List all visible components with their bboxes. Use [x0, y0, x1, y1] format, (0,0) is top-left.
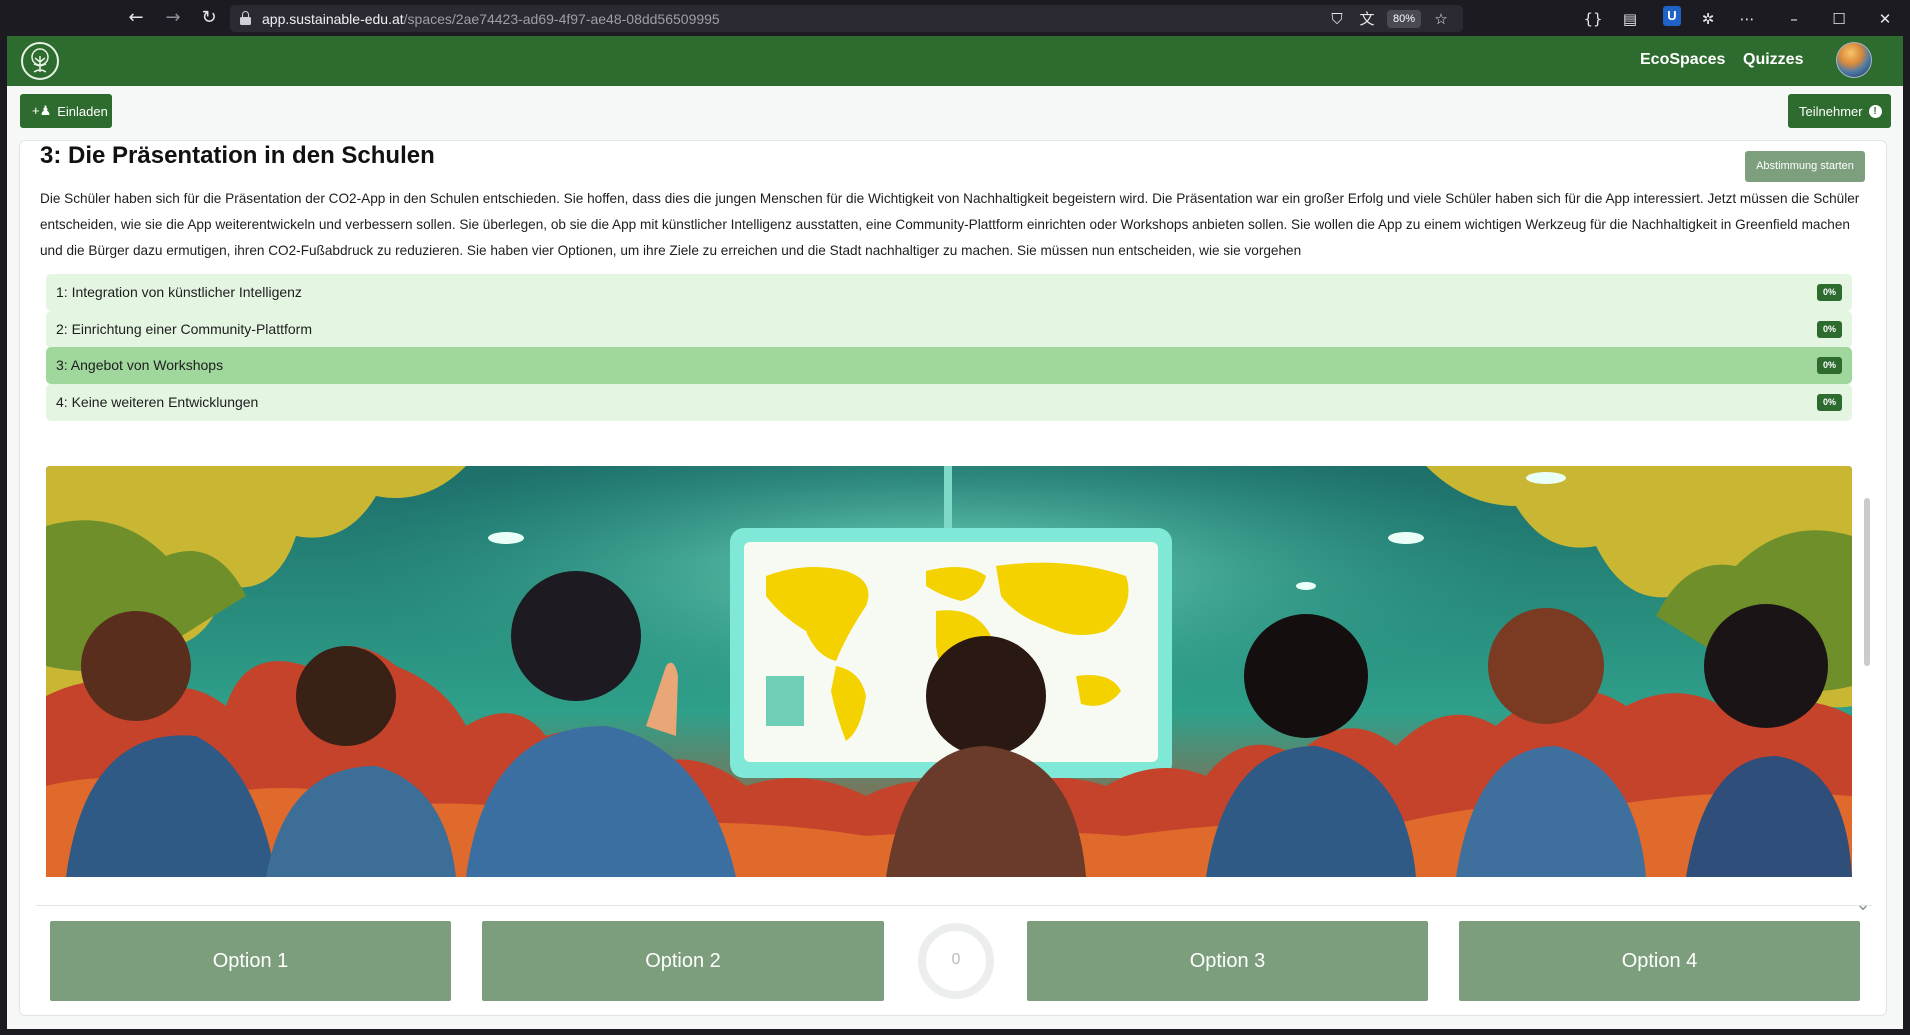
translate-icon[interactable]: 文 — [1357, 9, 1377, 29]
info-icon: ! — [1868, 104, 1882, 118]
devtools-icon[interactable]: {} — [1582, 8, 1604, 30]
answer-option-3-button[interactable]: Option 3 — [1027, 921, 1428, 1001]
vote-option-3[interactable]: 3: Angebot von Workshops 0% — [46, 347, 1852, 384]
answer-option-1-button[interactable]: Option 1 — [50, 921, 451, 1001]
lock-icon — [240, 11, 251, 25]
nav-ecospaces[interactable]: EcoSpaces — [1640, 51, 1725, 69]
question-description: Die Schüler haben sich für die Präsentat… — [40, 191, 1860, 258]
option-label: 2: Einrichtung einer Community-Plattform — [56, 321, 312, 337]
divider — [36, 905, 1872, 906]
percent-badge: 0% — [1817, 394, 1842, 411]
presentation-illustration — [46, 466, 1852, 877]
forward-icon[interactable]: → — [163, 8, 183, 28]
reader-icon[interactable]: ▤ — [1619, 8, 1641, 30]
vote-option-4[interactable]: 4: Keine weiteren Entwicklungen 0% — [46, 384, 1852, 421]
maximize-icon[interactable]: ☐ — [1828, 8, 1850, 30]
close-icon[interactable]: ✕ — [1874, 8, 1896, 30]
url-text: app.sustainable-edu.at/spaces/2ae74423-a… — [262, 11, 720, 27]
app-viewport: EcoSpaces Quizzes +♟ Einladen Teilnehmer… — [7, 36, 1903, 1029]
invite-button[interactable]: +♟ Einladen — [20, 94, 112, 128]
nav-quizzes[interactable]: Quizzes — [1743, 51, 1803, 69]
tree-logo-icon[interactable] — [21, 42, 59, 80]
browser-toolbar: ← → ↻ app.sustainable-edu.at/spaces/2ae7… — [0, 0, 1910, 36]
answer-option-4-button[interactable]: Option 4 — [1459, 921, 1860, 1001]
question-title: 3: Die Präsentation in den Schulen — [40, 142, 435, 169]
invite-label: Einladen — [57, 103, 108, 119]
countdown-timer: 0 — [918, 923, 994, 999]
shield-icon[interactable]: ⛉ — [1327, 9, 1347, 29]
extensions-icon[interactable]: ✲ — [1697, 8, 1719, 30]
vote-option-2[interactable]: 2: Einrichtung einer Community-Plattform… — [46, 311, 1852, 348]
percent-badge: 0% — [1817, 284, 1842, 301]
start-vote-button[interactable]: Abstimmung starten — [1745, 151, 1865, 182]
bookmark-icon[interactable]: ☆ — [1431, 9, 1451, 29]
option-label: 4: Keine weiteren Entwicklungen — [56, 394, 259, 410]
option-label: 1: Integration von künstlicher Intellige… — [56, 284, 302, 300]
zoom-level[interactable]: 80% — [1386, 10, 1421, 28]
participants-button[interactable]: Teilnehmer ! — [1788, 94, 1891, 128]
app-header: EcoSpaces Quizzes — [7, 36, 1903, 86]
avatar[interactable] — [1836, 42, 1872, 78]
vote-option-1[interactable]: 1: Integration von künstlicher Intellige… — [46, 274, 1852, 311]
address-bar[interactable]: app.sustainable-edu.at/spaces/2ae74423-a… — [230, 5, 1463, 32]
percent-badge: 0% — [1817, 357, 1842, 374]
participants-label: Teilnehmer — [1799, 103, 1863, 119]
scrollbar[interactable] — [1864, 498, 1870, 666]
menu-icon[interactable]: ⋯ — [1736, 8, 1758, 30]
minimize-icon[interactable]: – — [1783, 8, 1805, 30]
percent-badge: 0% — [1817, 321, 1842, 338]
add-user-icon: +♟ — [32, 103, 52, 118]
back-icon[interactable]: ← — [126, 8, 146, 28]
chevron-down-icon[interactable]: ⌄ — [1853, 894, 1873, 915]
timer-value: 0 — [951, 951, 961, 968]
reload-icon[interactable]: ↻ — [199, 8, 219, 28]
option-label: 3: Angebot von Workshops — [56, 357, 224, 373]
extension-u-icon[interactable]: U — [1663, 6, 1681, 26]
answer-option-2-button[interactable]: Option 2 — [482, 921, 884, 1001]
